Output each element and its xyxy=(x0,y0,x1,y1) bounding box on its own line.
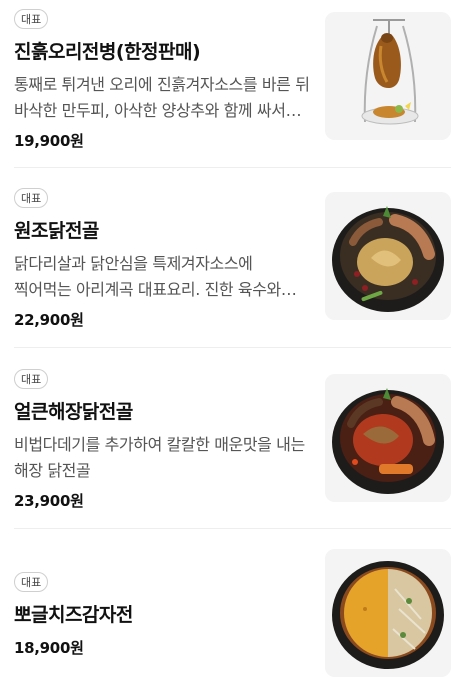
signature-badge: 대표 xyxy=(14,369,49,389)
menu-item[interactable]: 대표 원조닭전골 닭다리살과 닭안심을 특제겨자소스에 찍어먹는 아리계곡 대표… xyxy=(0,187,451,337)
chicken-hotpot-illustration xyxy=(325,192,451,320)
menu-item-info: 대표 얼큰해장닭전골 비법다데기를 추가하여 칼칼한 매운맛을 내는 해장 닭전… xyxy=(14,368,310,511)
cheese-potato-pancake-photo[interactable] xyxy=(325,549,451,677)
menu-item-description: 비법다데기를 추가하여 칼칼한 매운맛을 내는 해장 닭전골 xyxy=(14,435,305,480)
divider xyxy=(14,167,451,168)
chicken-hotpot-photo[interactable] xyxy=(325,192,451,320)
cheese-potato-pancake-illustration xyxy=(325,549,451,677)
menu-item-info: 대표 뽀글치즈감자전 18,900원 xyxy=(14,571,310,658)
menu-item-info: 대표 진흙오리전병(한정판매) 통째로 튀겨낸 오리에 진흙겨자소스를 바른 뒤… xyxy=(14,8,310,151)
menu-list: 대표 진흙오리전병(한정판매) 통째로 튀겨낸 오리에 진흙겨자소스를 바른 뒤… xyxy=(0,0,451,678)
menu-item-name: 원조닭전골 xyxy=(14,220,99,242)
menu-item[interactable]: 대표 진흙오리전병(한정판매) 통째로 튀겨낸 오리에 진흙겨자소스를 바른 뒤… xyxy=(0,8,451,158)
menu-item-price: 19,900원 xyxy=(14,132,84,150)
spicy-chicken-hotpot-illustration xyxy=(325,374,451,502)
menu-item-description: 닭다리살과 닭안심을 특제겨자소스에 찍어먹는 아리계곡 대표요리. 진한 육수… xyxy=(14,254,281,299)
menu-item-name: 얼큰해장닭전골 xyxy=(14,401,133,423)
signature-badge: 대표 xyxy=(14,572,49,592)
spicy-chicken-hotpot-photo[interactable] xyxy=(325,374,451,502)
roast-duck-illustration xyxy=(325,12,451,140)
menu-item-price: 23,900원 xyxy=(14,492,84,510)
menu-item-name: 진흙오리전병(한정판매) xyxy=(14,41,201,63)
menu-item-name: 뽀글치즈감자전 xyxy=(14,604,133,626)
signature-badge: 대표 xyxy=(14,9,49,29)
menu-item-description: 통째로 튀겨낸 오리에 진흙겨자소스를 바른 뒤 바삭한 만두피, 아삭한 양상… xyxy=(14,75,310,120)
menu-item-info: 대표 원조닭전골 닭다리살과 닭안심을 특제겨자소스에 찍어먹는 아리계곡 대표… xyxy=(14,187,310,330)
menu-item[interactable]: 대표 얼큰해장닭전골 비법다데기를 추가하여 칼칼한 매운맛을 내는 해장 닭전… xyxy=(0,368,451,518)
divider xyxy=(14,528,451,529)
menu-item-price: 22,900원 xyxy=(14,311,84,329)
divider xyxy=(14,347,451,348)
menu-item-price: 18,900원 xyxy=(14,639,84,657)
menu-item[interactable]: 대표 뽀글치즈감자전 18,900원 xyxy=(0,549,451,677)
roast-duck-photo[interactable] xyxy=(325,12,451,140)
signature-badge: 대표 xyxy=(14,188,49,208)
